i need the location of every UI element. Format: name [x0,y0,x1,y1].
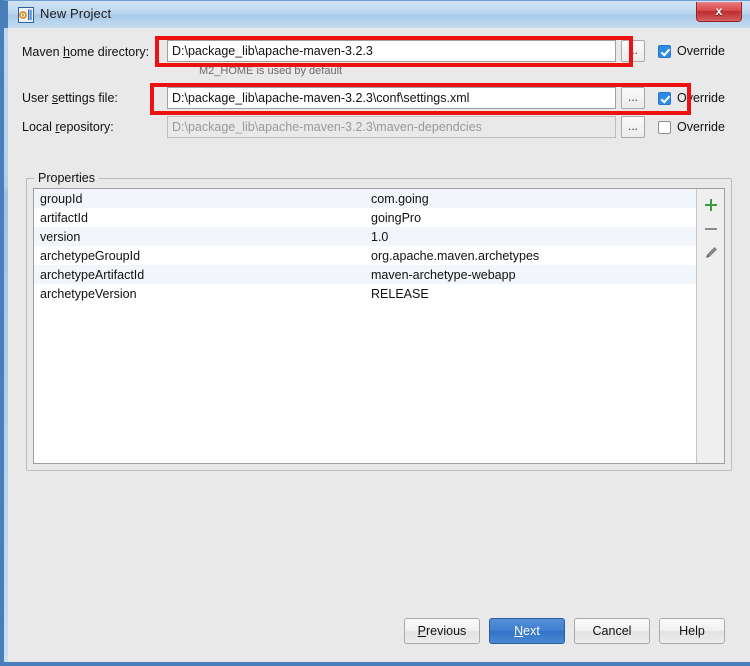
property-key-cell: version [40,229,81,244]
dialog-window: New Project x Maven home directory: D:\p… [0,0,750,666]
user-settings-file-label: User settings file: [22,91,118,105]
checkbox-indicator[interactable] [658,91,671,105]
properties-table[interactable]: groupId com.going artifactId goingPro versio… [34,189,696,463]
pencil-icon [706,247,717,258]
property-key-cell: groupId [40,191,83,206]
local-repository-input[interactable]: D:\package_lib\apache-maven-3.2.3\maven-… [167,116,616,138]
user-settings-browse-button[interactable]: ... [621,87,645,109]
plus-icon [705,199,717,211]
maven-home-browse-button[interactable]: ... [621,40,645,62]
property-value-cell: 1.0 [371,229,389,244]
add-property-button[interactable] [697,193,725,217]
title-bar-inner: New Project x [4,1,750,28]
table-row[interactable]: artifactId goingPro [34,208,696,227]
properties-legend: Properties [34,171,99,185]
properties-panel: groupId com.going artifactId goingPro versio… [33,188,725,464]
user-settings-override-checkbox[interactable]: Override [658,91,725,105]
window-title: New Project [40,6,112,21]
property-key-cell: artifactId [40,210,88,225]
cancel-button[interactable]: Cancel [574,618,650,644]
property-value-cell: com.going [371,191,429,206]
help-button[interactable]: Help [659,618,725,644]
checkbox-indicator[interactable] [658,120,671,134]
property-value-cell: maven-archetype-webapp [371,267,516,282]
table-row[interactable]: groupId com.going [34,189,696,208]
dialog-client-area: Maven home directory: D:\package_lib\apa… [8,28,750,662]
maven-home-directory-input[interactable]: D:\package_lib\apache-maven-3.2.3 [167,40,616,62]
local-repository-override-checkbox[interactable]: Override [658,120,725,134]
minus-icon [705,228,717,230]
property-key-cell: archetypeArtifactId [40,267,145,282]
table-row[interactable]: archetypeVersion RELEASE [34,284,696,303]
property-key-cell: archetypeVersion [40,286,137,301]
local-repository-override-label: Override [677,120,725,134]
property-key-cell: archetypeGroupId [40,248,141,263]
property-value-cell: RELEASE [371,286,429,301]
remove-property-button[interactable] [697,217,725,241]
local-repository-browse-button[interactable]: ... [621,116,645,138]
table-row[interactable]: version 1.0 [34,227,696,246]
edit-property-button[interactable] [697,241,725,265]
maven-home-override-label: Override [677,44,725,58]
maven-home-override-checkbox[interactable]: Override [658,44,725,58]
title-bar: New Project x [4,0,750,28]
table-row[interactable]: archetypeGroupId org.apache.maven.archety… [34,246,696,265]
checkbox-indicator[interactable] [658,44,671,58]
close-button[interactable]: x [696,2,742,22]
user-settings-override-label: Override [677,91,725,105]
maven-home-directory-label: Maven home directory: [22,45,150,59]
properties-toolbar [696,189,724,463]
m2home-hint-text: M2_HOME is used by default [199,65,343,77]
user-settings-file-input[interactable]: D:\package_lib\apache-maven-3.2.3\conf\s… [167,87,616,109]
table-row[interactable]: archetypeArtifactId maven-archetype-webap… [34,265,696,284]
local-repository-label: Local repository: [22,120,114,134]
property-value-cell: org.apache.maven.archetypes [371,248,540,263]
property-value-cell: goingPro [371,210,422,225]
intellij-idea-icon [18,7,34,23]
previous-button[interactable]: Previous [404,618,480,644]
next-button[interactable]: Next [489,618,565,644]
